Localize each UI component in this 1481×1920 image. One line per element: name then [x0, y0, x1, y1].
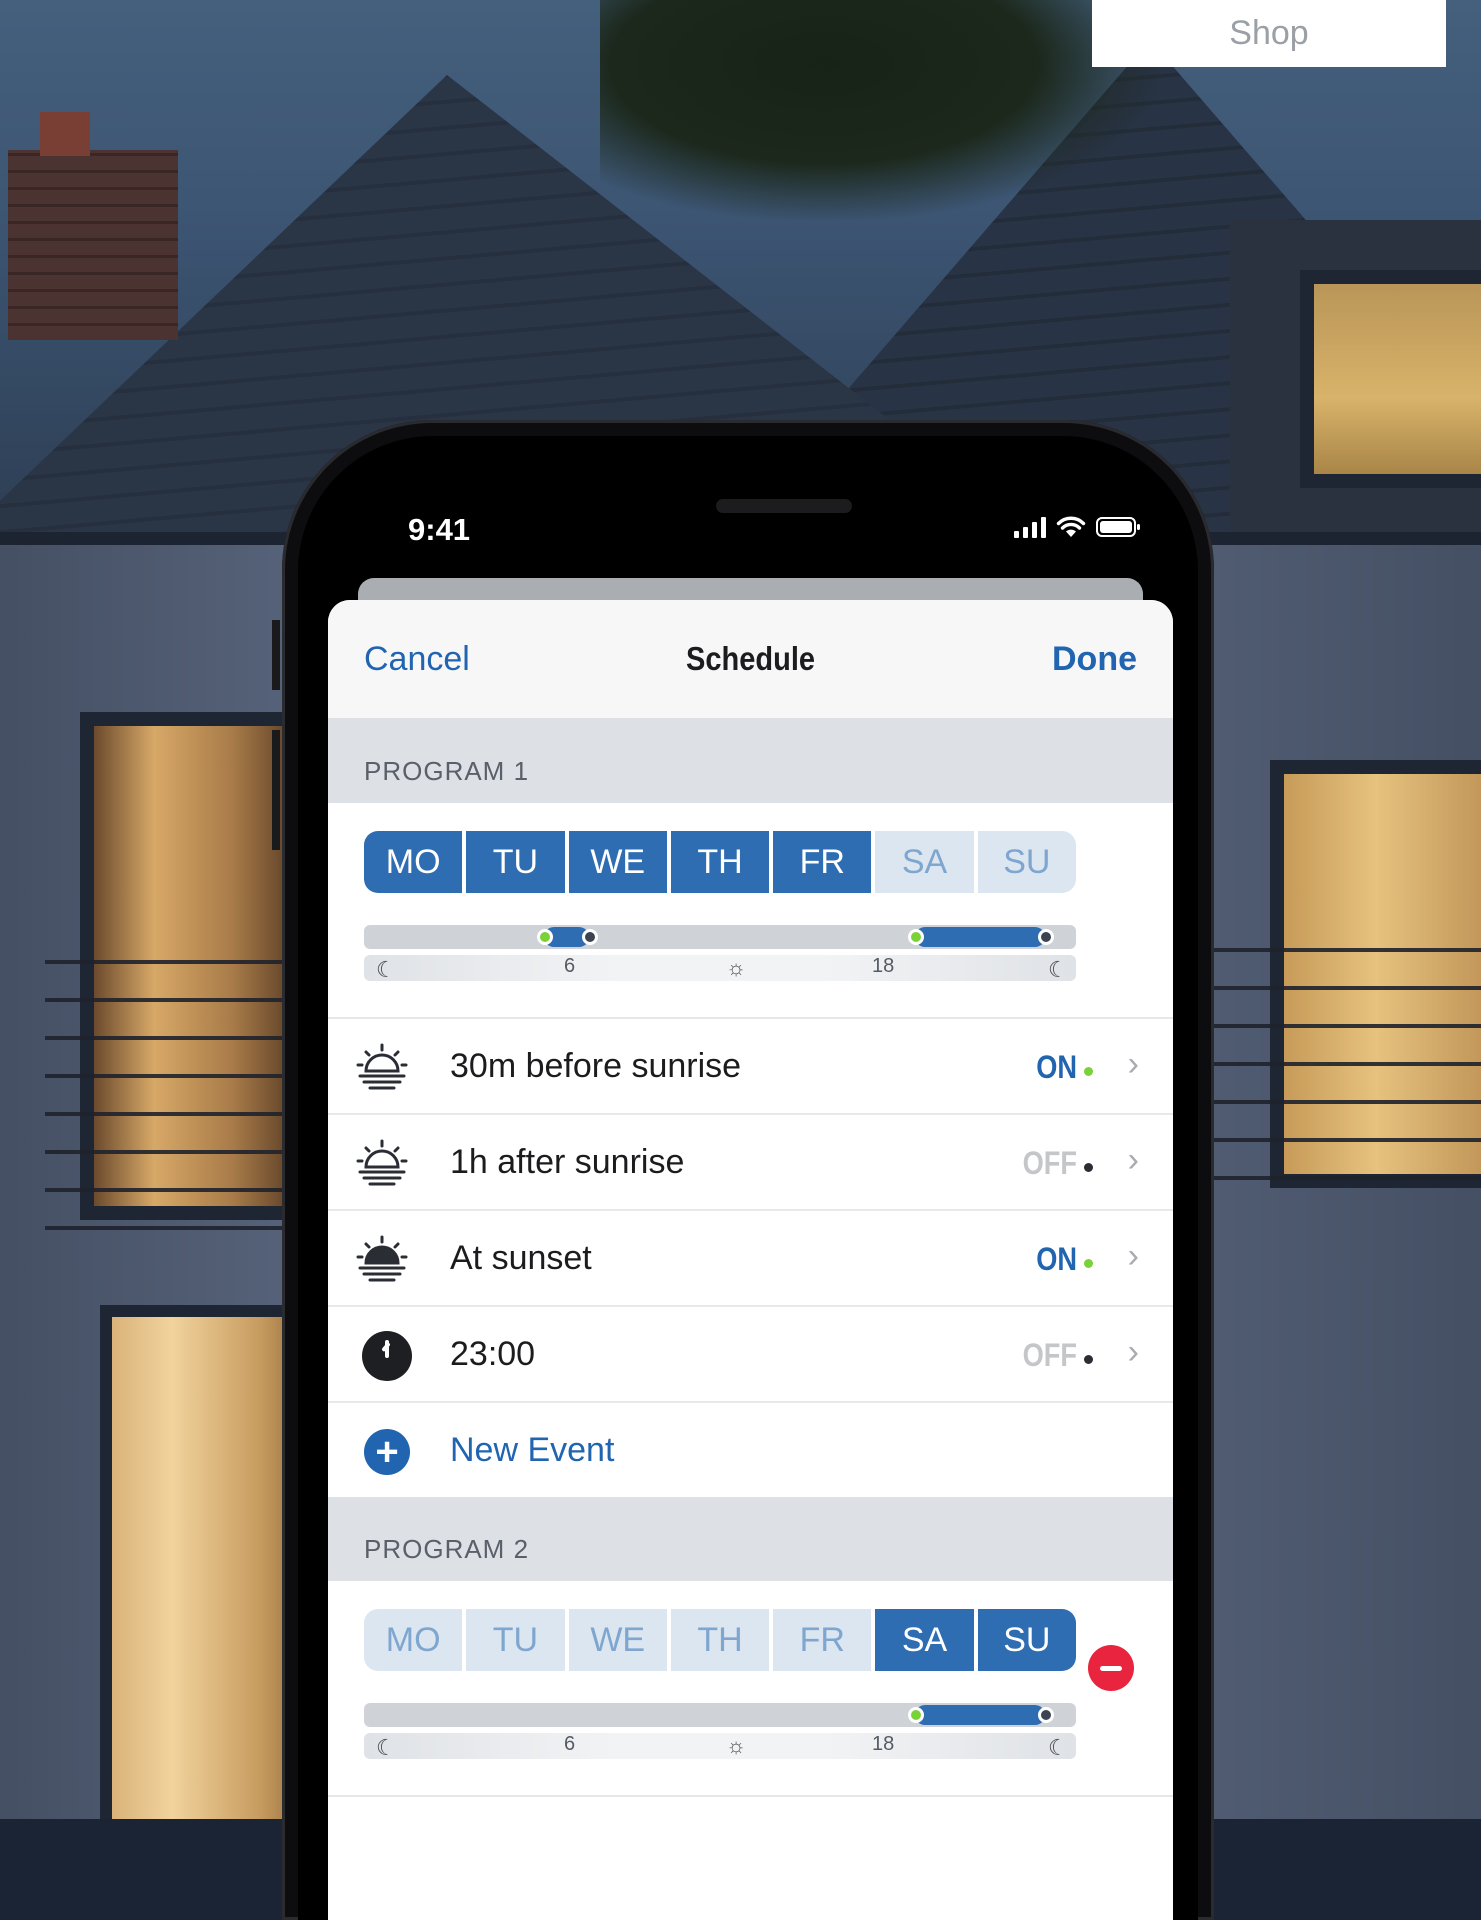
program-1-header: PROGRAM 1	[328, 719, 1173, 803]
wifi-icon	[1056, 516, 1086, 537]
remove-program-button[interactable]	[1088, 1645, 1134, 1691]
timeline-tick-6: 6	[564, 1733, 576, 1755]
moon-icon: ☾	[1048, 1735, 1068, 1760]
left-balcony-railing	[45, 930, 285, 1230]
day-toggle-we[interactable]: WE	[568, 1609, 667, 1671]
event-state: ON	[1036, 1241, 1077, 1277]
event-label: At sunset	[450, 1239, 592, 1277]
tree-silhouette	[600, 0, 1160, 220]
day-toggle-fr[interactable]: FR	[773, 1609, 872, 1671]
moon-icon: ☾	[1048, 957, 1068, 982]
program-1-timeline: ☾ 6 ☼ 18 ☾	[364, 925, 1076, 989]
chevron-right-icon: ›	[1127, 1141, 1139, 1179]
done-button[interactable]: Done	[1052, 640, 1137, 679]
phone-screen: 9:41 Cancel Schedule Done PROGRAM 1 MO T…	[298, 436, 1198, 1920]
moon-icon: ☾	[376, 1735, 396, 1760]
program-2-timeline: ☾ 6 ☼ 18 ☾	[364, 1703, 1076, 1767]
day-toggle-th[interactable]: TH	[670, 831, 770, 893]
timeline-on-marker	[908, 929, 924, 945]
right-balcony-railing	[1210, 940, 1481, 1180]
new-event-label: New Event	[450, 1431, 615, 1469]
sunrise-icon	[356, 1139, 408, 1186]
sunset-icon	[356, 1235, 408, 1282]
dormer-window	[1300, 270, 1481, 488]
page-title: Schedule	[685, 640, 816, 677]
program-2-day-row: MO TU WE TH FR SA SU	[328, 1609, 1173, 1691]
state-dot-on	[1084, 1067, 1093, 1076]
event-row[interactable]: 23:00 OFF ›	[328, 1307, 1173, 1403]
battery-icon	[1096, 517, 1140, 537]
divider	[328, 1795, 1173, 1797]
day-toggle-mo[interactable]: MO	[364, 831, 463, 893]
timeline-on-segment	[915, 1705, 1045, 1725]
clock-icon	[362, 1331, 412, 1381]
event-row[interactable]: 1h after sunrise OFF ›	[328, 1115, 1173, 1211]
timeline-tick-6: 6	[564, 955, 576, 977]
day-toggle-mo[interactable]: MO	[364, 1609, 463, 1671]
day-toggle-tu[interactable]: TU	[466, 831, 565, 893]
nav-bar: Cancel Schedule Done	[328, 600, 1173, 719]
timeline-on-marker	[537, 929, 553, 945]
chimney	[8, 150, 178, 340]
sun-icon: ☼	[726, 1733, 747, 1758]
status-icons	[1014, 516, 1140, 538]
cellular-signal-icon	[1014, 516, 1046, 538]
phone-side-button	[272, 620, 280, 690]
event-row[interactable]: At sunset ON ›	[328, 1211, 1173, 1307]
event-state: OFF	[1022, 1145, 1077, 1181]
day-toggle-sa[interactable]: SA	[875, 831, 974, 893]
timeline-off-marker	[1038, 929, 1054, 945]
status-time: 9:41	[408, 512, 471, 547]
plus-icon: +	[364, 1429, 410, 1475]
state-dot-off	[1084, 1163, 1093, 1172]
chevron-right-icon: ›	[1127, 1045, 1139, 1083]
phone-speaker	[716, 499, 852, 513]
phone-frame: 9:41 Cancel Schedule Done PROGRAM 1 MO T…	[272, 420, 1214, 1920]
event-state: OFF	[1022, 1337, 1077, 1373]
chevron-right-icon: ›	[1127, 1333, 1139, 1371]
day-toggle-we[interactable]: WE	[568, 831, 667, 893]
day-toggle-th[interactable]: TH	[670, 1609, 770, 1671]
timeline-scale	[364, 1733, 1076, 1759]
event-label: 30m before sunrise	[450, 1047, 742, 1085]
state-dot-on	[1084, 1259, 1093, 1268]
day-toggle-su[interactable]: SU	[977, 831, 1076, 893]
event-row[interactable]: 30m before sunrise ON ›	[328, 1019, 1173, 1115]
timeline-tick-18: 18	[872, 955, 895, 977]
timeline-off-marker	[582, 929, 598, 945]
phone-volume-button	[272, 730, 280, 850]
day-toggle-tu[interactable]: TU	[466, 1609, 565, 1671]
chevron-right-icon: ›	[1127, 1237, 1139, 1275]
program-2-header: PROGRAM 2	[328, 1497, 1173, 1581]
program-1-day-selector: MO TU WE TH FR SA SU	[364, 831, 1076, 893]
day-toggle-su[interactable]: SU	[977, 1609, 1076, 1671]
event-label: 23:00	[450, 1335, 536, 1373]
event-state: ON	[1036, 1049, 1077, 1085]
chimney-pot	[40, 112, 90, 156]
event-label: 1h after sunrise	[450, 1143, 685, 1181]
program-2-day-selector: MO TU WE TH FR SA SU	[364, 1609, 1076, 1671]
sunrise-icon	[356, 1043, 408, 1090]
timeline-off-marker	[1038, 1707, 1054, 1723]
shop-tab-label: Shop	[1229, 14, 1309, 52]
moon-icon: ☾	[376, 957, 396, 982]
schedule-sheet: Cancel Schedule Done PROGRAM 1 MO TU WE …	[328, 600, 1173, 1920]
day-toggle-sa[interactable]: SA	[875, 1609, 974, 1671]
sun-icon: ☼	[726, 955, 747, 980]
shop-tab[interactable]: Shop	[1092, 0, 1446, 67]
new-event-button[interactable]: + New Event	[328, 1403, 1173, 1497]
state-dot-off	[1084, 1355, 1093, 1364]
timeline-tick-18: 18	[872, 1733, 895, 1755]
timeline-on-segment	[915, 927, 1045, 947]
timeline-on-marker	[908, 1707, 924, 1723]
day-toggle-fr[interactable]: FR	[773, 831, 872, 893]
timeline-scale	[364, 955, 1076, 981]
